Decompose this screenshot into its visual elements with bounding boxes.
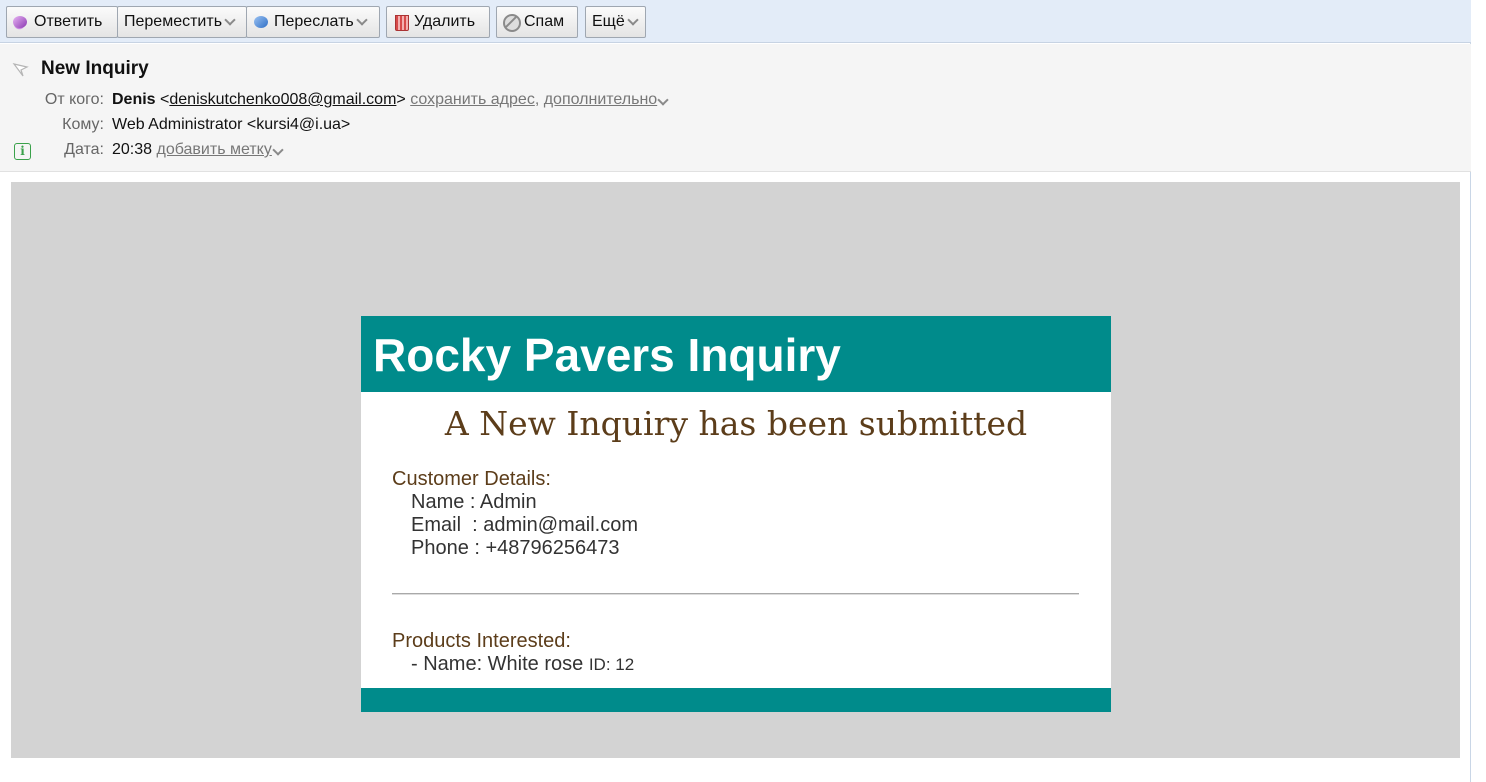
message-subject: New Inquiry [41,58,149,79]
trash-icon [393,14,409,31]
product-item: - Name: White rose ID: 12 [411,653,634,676]
more-label: Ещё [592,13,625,30]
spam-button[interactable]: Спам [496,6,578,38]
from-label: От кого: [44,91,104,108]
toolbar: Ответить Переместить Переслать Удалить С… [0,0,1471,43]
reply-icon [13,14,29,30]
forward-button[interactable]: Переслать [246,6,380,38]
customer-phone: Phone : +48796256473 [411,537,620,559]
chevron-down-icon [627,14,639,26]
card-header: Rocky Pavers Inquiry [361,316,1111,392]
block-icon [503,14,521,32]
divider [392,593,1079,595]
customer-name: Name : Admin [411,491,537,513]
comma-separator: , [534,91,540,108]
customer-heading: Customer Details: [392,468,551,490]
forward-label: Переслать [274,13,354,30]
card-title: Rocky Pavers Inquiry [373,329,841,381]
spam-label: Спам [524,13,565,30]
sender-email-open: < [160,91,170,108]
details-link[interactable]: дополнительно [544,91,657,108]
delete-label: Удалить [414,13,476,30]
chevron-down-icon[interactable] [272,144,284,156]
chevron-down-icon [356,14,368,26]
date-label: Дата: [64,141,104,158]
add-label-link[interactable]: добавить метку [157,141,272,158]
date-value: 20:38 [112,141,153,158]
sender-name: Denis [112,91,156,108]
card-subtitle: A New Inquiry has been submitted [444,404,1028,443]
inquiry-card: Rocky Pavers Inquiry A New Inquiry has b… [361,316,1111,712]
sender-email-close: > [396,91,406,108]
product-id: ID: 12 [588,655,635,674]
flag-icon[interactable] [12,62,30,78]
email-body: Rocky Pavers Inquiry A New Inquiry has b… [11,182,1460,758]
chevron-down-icon[interactable] [657,94,669,106]
move-button[interactable]: Переместить [117,6,247,38]
card-footer [361,688,1111,712]
product-name: - Name: White rose [411,653,584,675]
date-row: 20:38 добавить метку [112,141,284,159]
reply-button[interactable]: Ответить [6,6,118,38]
products-heading: Products Interested: [392,630,571,652]
move-label: Переместить [124,13,223,30]
customer-email: Email : admin@mail.com [411,514,639,536]
more-button[interactable]: Ещё [585,6,646,38]
reply-label: Ответить [34,13,103,30]
delete-button[interactable]: Удалить [386,6,490,38]
forward-icon [253,14,269,30]
to-label: Кому: [62,116,104,133]
to-value: Web Administrator <kursi4@i.ua> [112,116,351,133]
mail-viewer: Ответить Переместить Переслать Удалить С… [0,0,1471,782]
from-value: Denis <deniskutchenko008@gmail.com> сохр… [112,91,669,109]
chevron-down-icon [224,14,236,26]
save-address-link[interactable]: сохранить адрес [410,91,535,108]
sender-email-link[interactable]: deniskutchenko008@gmail.com [169,91,396,108]
